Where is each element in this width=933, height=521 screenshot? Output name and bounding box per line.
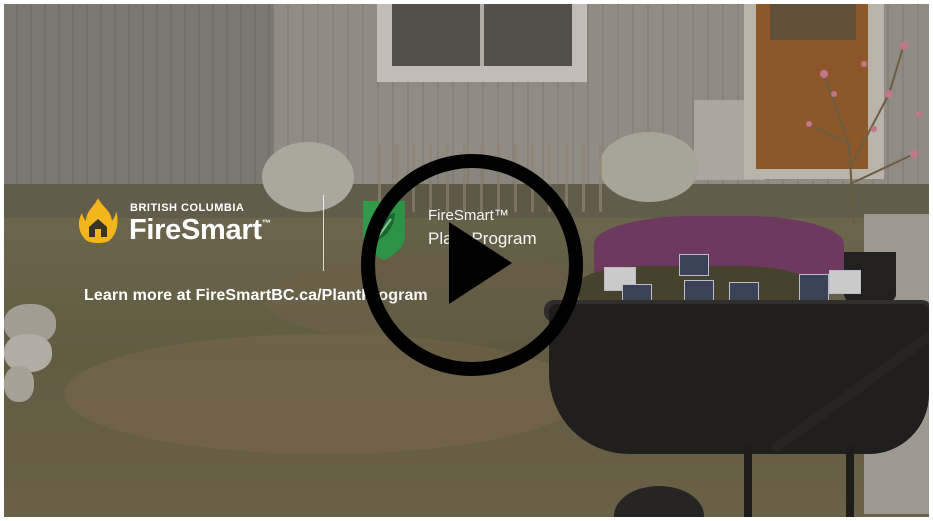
logo-divider [323,195,324,271]
flame-house-icon [78,198,118,243]
brand-region: BRITISH COLUMBIA [130,202,245,214]
play-button[interactable] [357,150,587,380]
brand-name: FireSmart™ [129,214,271,246]
